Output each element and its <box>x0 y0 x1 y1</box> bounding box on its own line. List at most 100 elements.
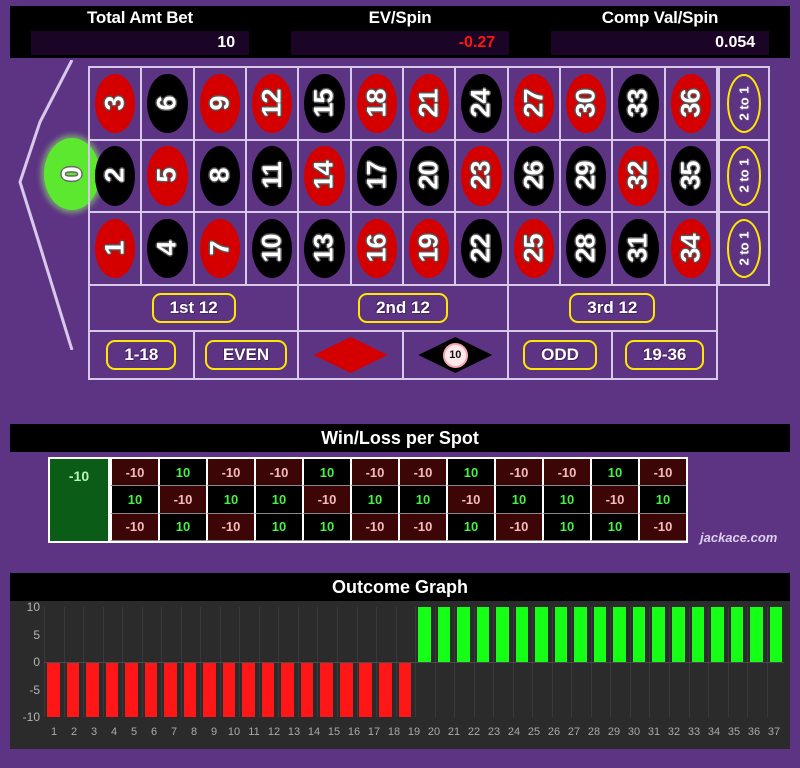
stat-value-field[interactable]: 0.054 <box>550 31 770 55</box>
outcome-graph-plot <box>44 607 784 717</box>
winloss-title: Win/Loss per Spot <box>10 424 790 452</box>
bet-spot-5[interactable]: 5 <box>142 140 195 214</box>
pocket-label: 10 <box>256 234 287 263</box>
stat-value-field[interactable]: 10 <box>30 31 250 55</box>
bet-spot-13[interactable]: 13 <box>299 213 352 286</box>
pocket-label: 15 <box>308 89 339 118</box>
winloss-cell: 10 <box>158 459 206 487</box>
outside-bet-black[interactable]: 10 <box>403 332 509 380</box>
winloss-cell: -10 <box>398 513 446 541</box>
outcome-bar <box>593 607 607 662</box>
bet-spot-17[interactable]: 17 <box>351 140 404 214</box>
outside-bet-19-36[interactable]: 19-36 <box>613 332 718 380</box>
pocket-16: 16 <box>356 218 397 279</box>
x-axis-tick: 36 <box>747 726 761 738</box>
outcome-bar <box>203 662 216 717</box>
winloss-cell: 10 <box>590 513 638 541</box>
column-bet-3[interactable]: 2 to 1 <box>718 213 770 286</box>
pocket-label: 34 <box>675 234 706 263</box>
bet-spot-25[interactable]: 25 <box>508 213 561 286</box>
bet-spot-28[interactable]: 28 <box>560 213 614 286</box>
bar-column <box>590 607 609 717</box>
bet-spot-36[interactable]: 36 <box>665 68 718 141</box>
column-bet-label: 2 to 1 <box>736 159 752 193</box>
pocket-18: 18 <box>356 73 397 133</box>
bet-spot-18[interactable]: 18 <box>351 68 404 141</box>
bet-spot-14[interactable]: 14 <box>299 140 352 214</box>
outcome-bar <box>379 662 392 717</box>
bet-spot-11[interactable]: 11 <box>246 140 300 214</box>
bet-spot-1[interactable]: 1 <box>90 213 143 286</box>
dozen-bet-3[interactable]: 3rd 12 <box>508 286 718 332</box>
bet-spot-12[interactable]: 12 <box>246 68 300 141</box>
pocket-15: 15 <box>304 73 345 133</box>
pocket-6: 6 <box>147 73 188 133</box>
winloss-cell: 10 <box>302 459 350 487</box>
bet-spot-30[interactable]: 30 <box>560 68 614 141</box>
winloss-cell: 10 <box>254 486 302 514</box>
pocket-label: 6 <box>151 96 182 111</box>
outcome-bar <box>437 607 451 662</box>
bet-spot-8[interactable]: 8 <box>194 140 247 214</box>
pocket-24: 24 <box>461 73 502 133</box>
bar-column <box>317 607 335 717</box>
bet-spot-20[interactable]: 20 <box>403 140 457 214</box>
bet-spot-23[interactable]: 23 <box>456 140 509 214</box>
bet-spot-24[interactable]: 24 <box>456 68 509 141</box>
outcome-bar <box>222 662 236 717</box>
winloss-cell: 10 <box>446 459 494 487</box>
outside-bet-even[interactable]: EVEN <box>194 332 300 380</box>
bet-spot-33[interactable]: 33 <box>613 68 666 141</box>
outside-bet-1-18[interactable]: 1-18 <box>90 332 195 380</box>
bet-spot-26[interactable]: 26 <box>508 140 561 214</box>
outcome-graph-panel: 10 5 0 -5 -10 1 2 3 4 5 6 7 8 9 10 11 12 13 14 15 16 17 18 19 2… <box>10 600 790 749</box>
bet-spot-9[interactable]: 9 <box>194 68 247 141</box>
bar-column <box>688 607 707 717</box>
bet-spot-7[interactable]: 7 <box>194 213 247 286</box>
winloss-cell: 10 <box>494 486 542 514</box>
bet-spot-16[interactable]: 16 <box>351 213 404 286</box>
bar-column <box>376 607 394 717</box>
bet-spot-15[interactable]: 15 <box>299 68 352 141</box>
bet-spot-34[interactable]: 34 <box>665 213 718 286</box>
bet-spot-19[interactable]: 19 <box>403 213 457 286</box>
dozen-bet-2[interactable]: 2nd 12 <box>299 286 509 332</box>
bet-spot-27[interactable]: 27 <box>508 68 561 141</box>
outcome-bar <box>261 662 275 717</box>
bar-column <box>649 607 667 717</box>
stat-value-field[interactable]: -0.27 <box>290 31 510 55</box>
stat-column: EV/Spin -0.27 <box>270 6 530 58</box>
bar-column <box>278 607 296 717</box>
bet-spot-22[interactable]: 22 <box>456 213 509 286</box>
bet-spot-10[interactable]: 10 <box>246 213 300 286</box>
bet-spot-32[interactable]: 32 <box>613 140 666 214</box>
bet-spot-6[interactable]: 6 <box>142 68 195 141</box>
bet-spot-3[interactable]: 3 <box>90 68 143 141</box>
dozen-bet-1[interactable]: 1st 12 <box>90 286 300 332</box>
bet-spot-29[interactable]: 29 <box>560 140 614 214</box>
outcome-bar <box>281 662 294 717</box>
bet-spot-31[interactable]: 31 <box>613 213 666 286</box>
outcome-bar <box>359 662 373 717</box>
outside-bet-odd[interactable]: ODD <box>508 332 614 380</box>
winloss-cell: -10 <box>350 513 398 541</box>
outside-bet-red[interactable] <box>299 332 404 380</box>
bet-spot-35[interactable]: 35 <box>665 140 718 214</box>
winloss-cell: 10 <box>110 486 158 514</box>
bet-chip[interactable]: 10 <box>442 342 468 368</box>
column-bet-1[interactable]: 2 to 1 <box>718 68 770 141</box>
column-bet-2[interactable]: 2 to 1 <box>718 140 770 214</box>
bar-column <box>83 607 101 717</box>
pocket-31: 31 <box>618 218 659 279</box>
bet-spot-2[interactable]: 2 <box>90 140 143 214</box>
bet-spot-21[interactable]: 21 <box>403 68 457 141</box>
pocket-label: 27 <box>518 89 549 118</box>
x-axis-tick: 8 <box>190 726 198 738</box>
outcome-graph-x-axis: 1 2 3 4 5 6 7 8 9 10 11 12 13 14 15 16 17 18 19 20 21 22 23 24 2… <box>44 721 784 743</box>
winloss-cell: 10 <box>398 486 446 514</box>
winloss-cell: -10 <box>446 486 494 514</box>
pocket-label: 7 <box>204 241 235 256</box>
pocket-14: 14 <box>304 146 345 206</box>
bet-spot-4[interactable]: 4 <box>142 213 195 286</box>
outside-bet-label: EVEN <box>204 340 288 370</box>
